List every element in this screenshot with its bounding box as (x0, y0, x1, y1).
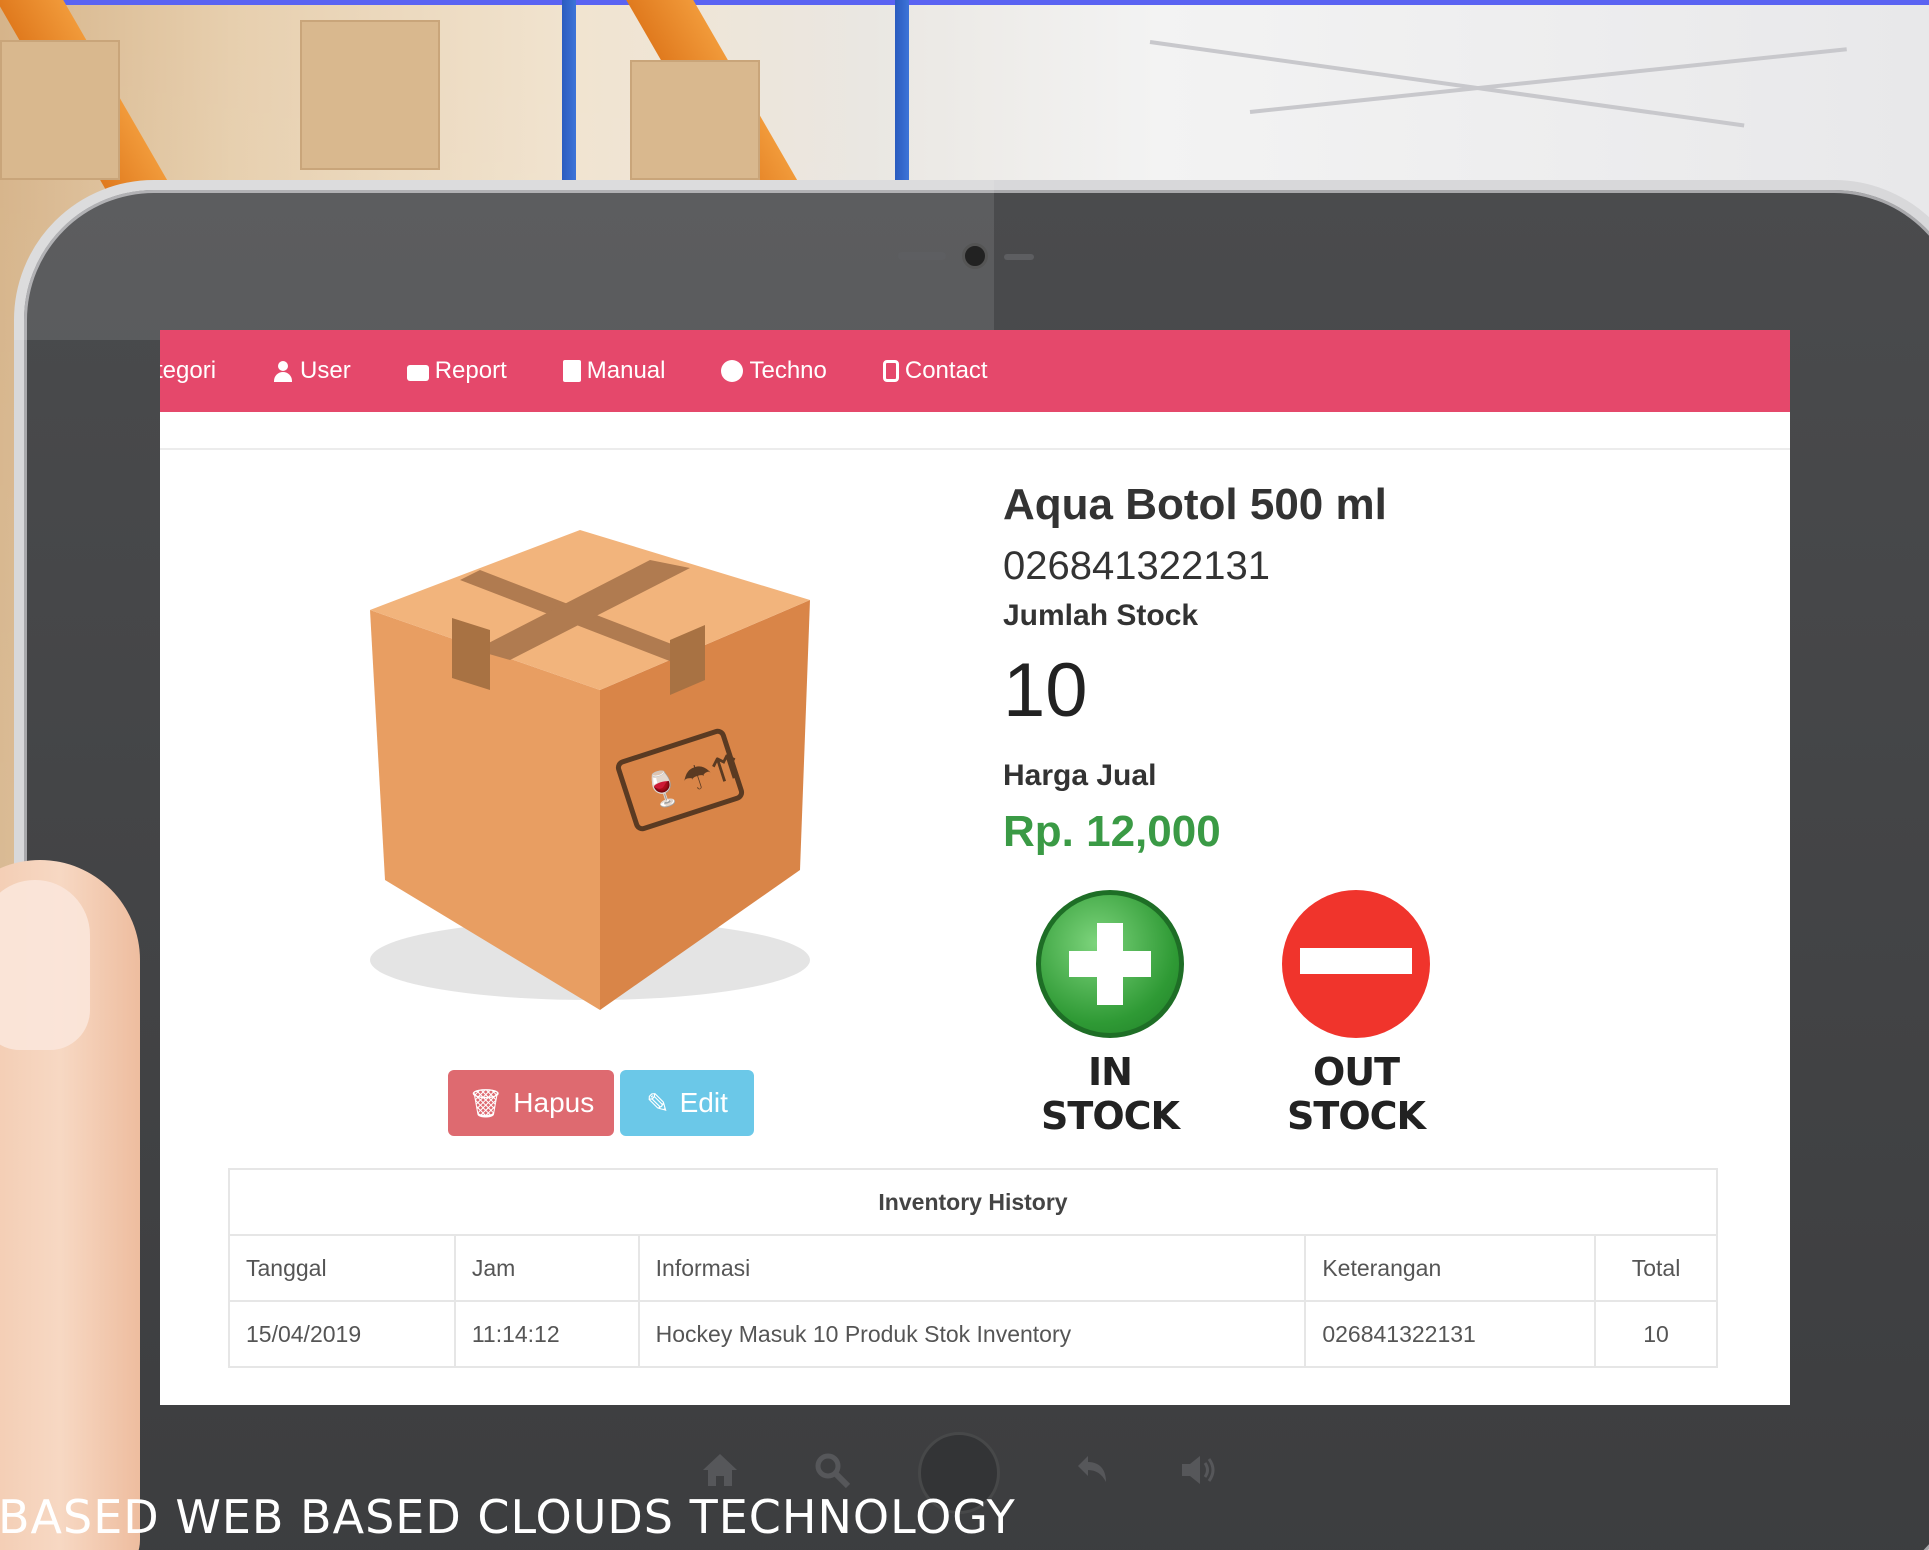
nav-item-label: User (300, 357, 351, 384)
top-accent-line (0, 0, 1929, 5)
table-cell-total: 10 (1594, 1300, 1718, 1368)
banner-caption: BASED WEB BASED CLOUDS TECHNOLOGY (0, 1490, 1016, 1544)
product-name: Aqua Botol 500 ml (1003, 480, 1387, 529)
briefcase-icon (406, 365, 429, 381)
camera-icon (962, 243, 988, 269)
table-cell-info: Hockey Masuk 10 Produk Stok Inventory (637, 1300, 1307, 1368)
delete-button-label: Hapus (513, 1087, 595, 1118)
stock-label: Jumlah Stock (1003, 599, 1199, 632)
shelf-post (895, 0, 909, 180)
edit-button-label: Edit (679, 1087, 728, 1118)
volume-icon[interactable] (1178, 1450, 1218, 1490)
product-detail: 🍷☂⇈ 🗑 Hapus ✎ Edit Aqua Botol 500 ml 026… (160, 450, 1790, 1150)
nav-item-report[interactable]: Report (406, 357, 507, 385)
nav-item-user[interactable]: User (272, 357, 351, 385)
table-cell-time: 11:14:12 (453, 1300, 640, 1368)
plus-icon (1036, 890, 1184, 1038)
nav-item-label: Report (434, 357, 507, 384)
in-stock-button[interactable]: IN STOCK (1020, 890, 1200, 1138)
table-header-row: Tanggal Jam Informasi Keterangan Total (228, 1234, 1718, 1302)
app-screen: tegori User Report Manual Techno Contact (160, 330, 1790, 1405)
shelf-post (562, 0, 576, 180)
search-icon[interactable] (812, 1450, 852, 1490)
price-label: Harga Jual (1003, 759, 1157, 792)
trash-icon: 🗑 (467, 1087, 504, 1119)
table-cell-description: 026841322131 (1304, 1300, 1597, 1368)
pencil-icon: ✎ (646, 1087, 670, 1119)
nav-item-label: tegori (160, 357, 217, 384)
thumbnail-nail (0, 880, 90, 1050)
table-row: 15/04/2019 11:14:12 Hockey Masuk 10 Prod… (228, 1300, 1718, 1368)
home-icon[interactable] (700, 1450, 740, 1490)
pallet-boxes (630, 60, 760, 180)
table-cell-date: 15/04/2019 (228, 1300, 456, 1368)
delete-button[interactable]: 🗑 Hapus (448, 1070, 614, 1136)
globe-icon (721, 360, 744, 382)
edit-button[interactable]: ✎ Edit (620, 1070, 754, 1136)
column-header: Keterangan (1304, 1234, 1597, 1302)
user-icon (272, 360, 294, 382)
price-value: Rp. 12,000 (1003, 807, 1221, 856)
tablet-gloss (14, 180, 994, 340)
book-icon (562, 360, 581, 382)
table-title: Inventory History (228, 1168, 1718, 1236)
pallet-boxes (0, 40, 120, 180)
out-stock-label: OUT STOCK (1287, 1050, 1426, 1138)
tablet-sensor (1004, 254, 1034, 260)
out-stock-button[interactable]: OUT STOCK (1266, 890, 1446, 1138)
product-info: Aqua Botol 500 ml 026841322131 Jumlah St… (1003, 480, 1387, 857)
product-code: 026841322131 (1003, 544, 1270, 588)
column-header: Total (1594, 1234, 1718, 1302)
tablet-sensor (898, 252, 946, 260)
nav-item-kategori[interactable]: tegori (160, 357, 216, 385)
nav-item-contact[interactable]: Contact (882, 357, 988, 385)
phone-icon (882, 360, 899, 382)
nav-item-manual[interactable]: Manual (562, 357, 666, 385)
nav-item-label: Manual (586, 357, 666, 384)
stock-value: 10 (1003, 648, 1088, 733)
top-navbar: tegori User Report Manual Techno Contact (160, 330, 1790, 412)
product-image: 🍷☂⇈ (370, 530, 810, 1010)
minus-icon (1282, 890, 1430, 1038)
column-header: Jam (453, 1234, 640, 1302)
sub-header (160, 412, 1790, 450)
nav-item-label: Techno (749, 357, 827, 384)
table-title-row: Inventory History (228, 1168, 1718, 1236)
back-icon[interactable] (1072, 1450, 1112, 1490)
column-header: Informasi (637, 1234, 1307, 1302)
column-header: Tanggal (228, 1234, 456, 1302)
inventory-history-table: Inventory History Tanggal Jam Informasi … (228, 1168, 1718, 1368)
nav-item-techno[interactable]: Techno (721, 357, 827, 385)
pallet-boxes (300, 20, 440, 170)
in-stock-label: IN STOCK (1041, 1050, 1180, 1138)
nav-item-label: Contact (904, 357, 988, 384)
